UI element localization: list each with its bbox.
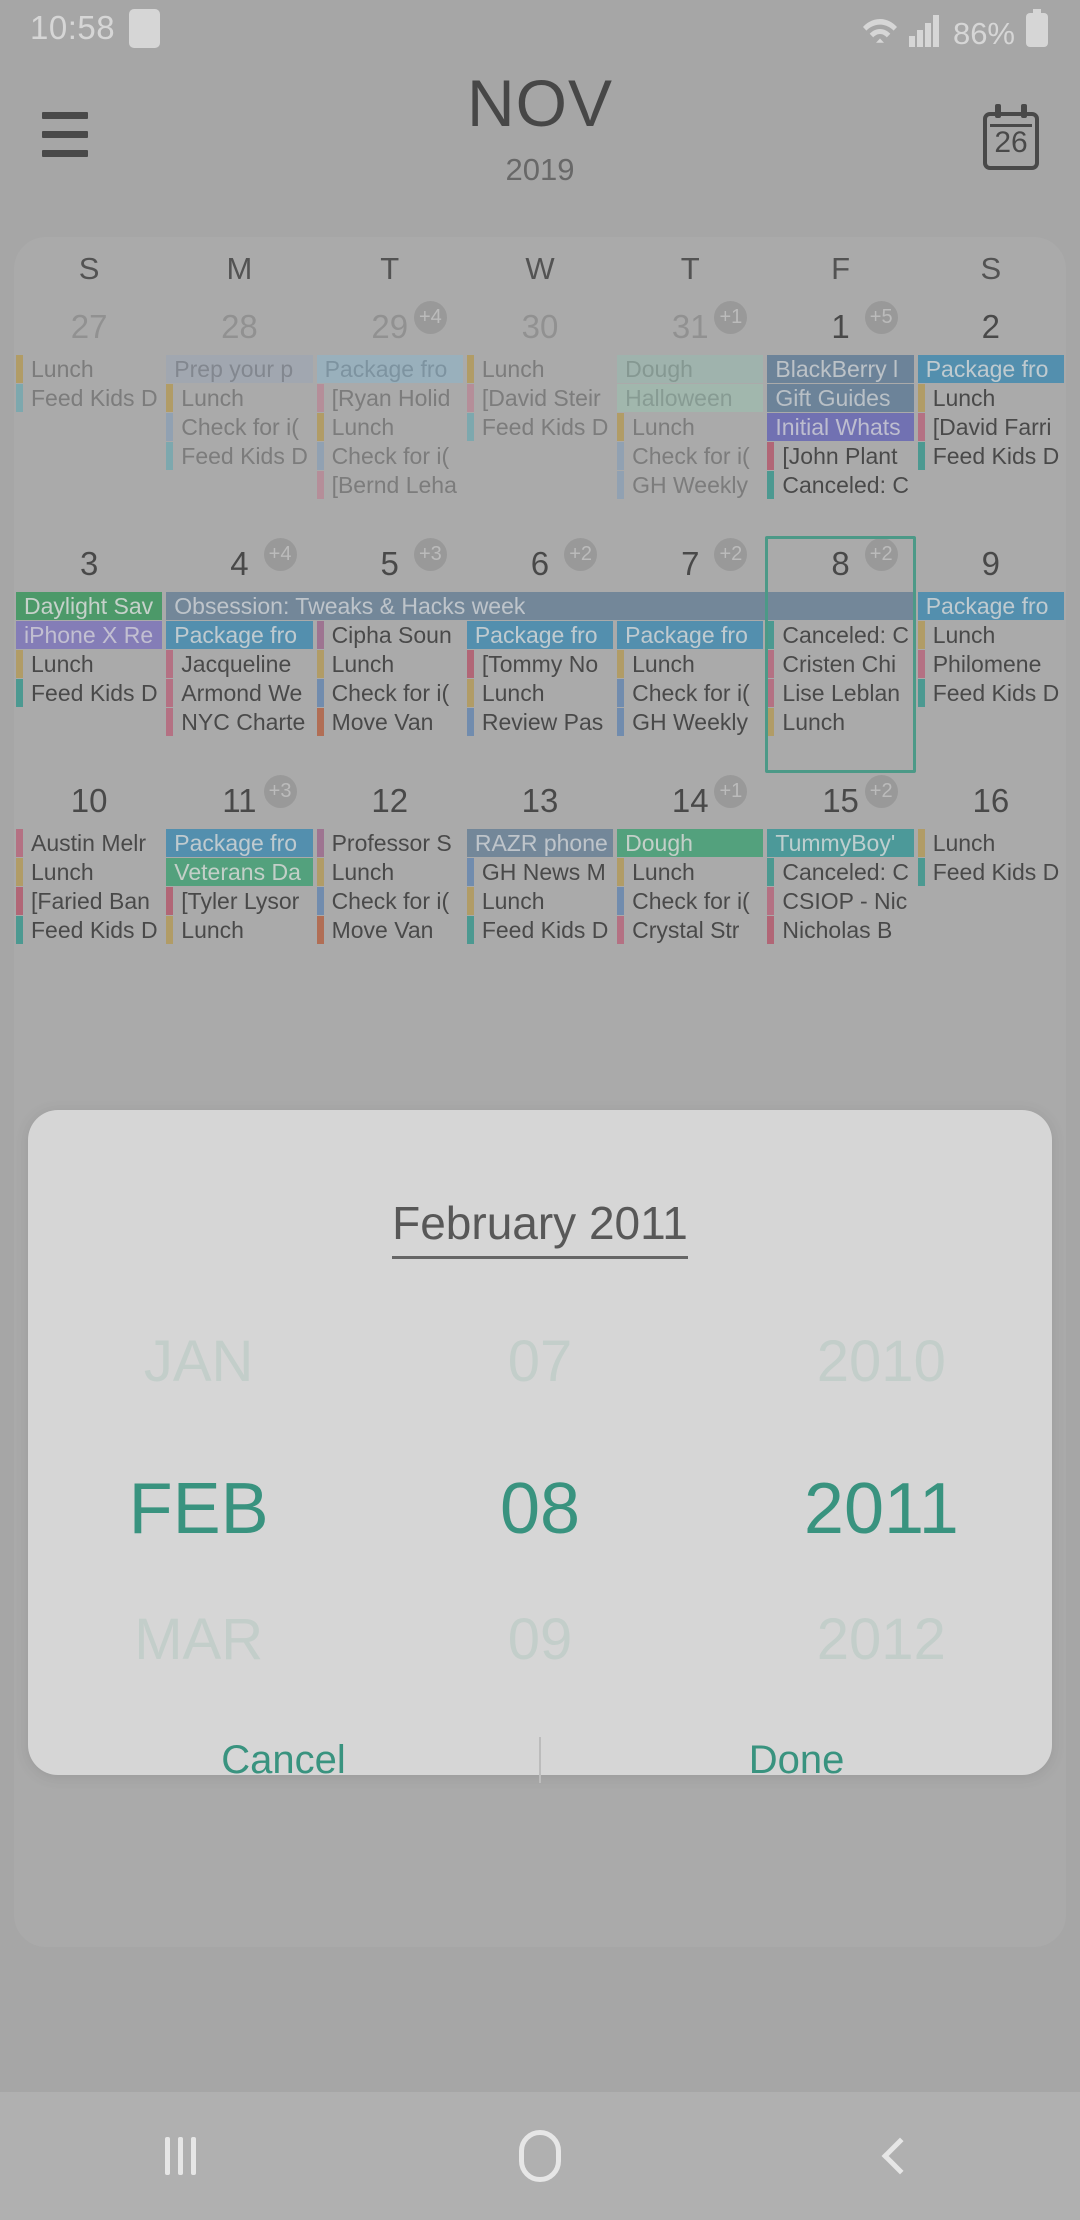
- system-nav-bar: [0, 2092, 1080, 2220]
- dialog-scrim[interactable]: [0, 0, 1080, 2220]
- back-button[interactable]: [720, 2092, 1080, 2220]
- recents-icon: [164, 2137, 196, 2175]
- back-icon: [881, 2137, 919, 2175]
- home-button[interactable]: [360, 2092, 720, 2220]
- phone-screen: 10:58 86% NOV 2019 26 S M T W T F S 27 2…: [0, 0, 1080, 2220]
- recents-button[interactable]: [0, 2092, 360, 2220]
- home-icon: [519, 2130, 561, 2182]
